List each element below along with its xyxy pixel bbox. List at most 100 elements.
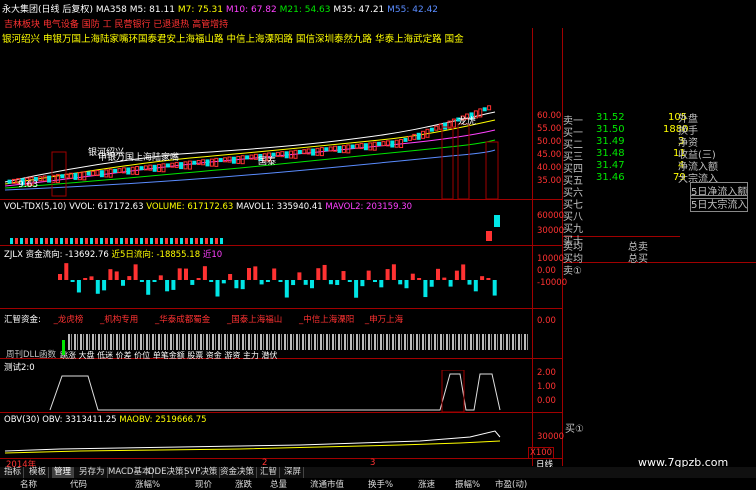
- flow-bar: [102, 280, 107, 291]
- flow-bar: [454, 270, 459, 280]
- hui-overlay: 周刊DLL函数: [6, 350, 57, 360]
- price-axis-tick: 35.00: [537, 176, 562, 186]
- fund-5d-dazong[interactable]: 5日大宗流入: [690, 195, 749, 212]
- buy-row[interactable]: 买九: [563, 220, 693, 235]
- candle: [77, 172, 82, 181]
- zjlx-chart[interactable]: [0, 258, 532, 308]
- tab-guanli[interactable]: 管理: [52, 467, 75, 478]
- flow-bar: [291, 280, 296, 286]
- candle: [7, 179, 12, 184]
- tab-dde[interactable]: DDE决策: [146, 467, 187, 478]
- hui-green-mark: [62, 340, 65, 355]
- annot-shenwan: 申银万国上海陆家嘴: [98, 153, 180, 163]
- candle: [209, 158, 214, 167]
- candle: [187, 160, 192, 170]
- candle: [161, 163, 166, 173]
- tab-svp[interactable]: SVP决策: [182, 467, 221, 478]
- tab-huizhi[interactable]: 汇智: [258, 467, 281, 478]
- flow-bar: [278, 280, 283, 282]
- tab-moban[interactable]: 模板: [27, 467, 50, 478]
- flow-bar: [354, 280, 359, 298]
- tab-zijin[interactable]: 资金决策: [218, 467, 258, 478]
- buy-row[interactable]: 买六: [563, 184, 693, 199]
- sell-1-row[interactable]: 卖①: [563, 262, 693, 277]
- buy-row[interactable]: 买八: [563, 208, 693, 223]
- flow-bar: [398, 280, 403, 285]
- flow-bar: [335, 280, 340, 285]
- candle: [443, 122, 448, 130]
- candle: [82, 171, 87, 181]
- buy-price: 31.48: [596, 148, 625, 159]
- buy-price: 31.47: [596, 160, 625, 171]
- flow-bar: [171, 280, 176, 290]
- test-chart[interactable]: [0, 370, 532, 412]
- flow-bar: [228, 274, 233, 280]
- flow-bar: [366, 270, 371, 280]
- price-chart[interactable]: [0, 42, 532, 199]
- col-price[interactable]: 现价: [195, 478, 212, 490]
- buy-row[interactable]: 买二 31.49 3: [563, 136, 693, 151]
- flow-bar: [76, 280, 81, 293]
- hui-noise-band: [68, 334, 528, 350]
- flow-bar: [152, 280, 157, 282]
- flow-bar: [196, 278, 201, 280]
- col-mcap[interactable]: 流通市值: [310, 478, 344, 490]
- flow-bar: [391, 264, 396, 280]
- obv-chart[interactable]: [0, 425, 532, 458]
- buy-row[interactable]: 买三 31.48 11: [563, 148, 693, 163]
- col-name[interactable]: 名称: [20, 478, 37, 490]
- candle: [240, 155, 245, 165]
- vol-header: VOL-TDX(5,10) VVOL: 617172.63 VOLUME: 61…: [4, 202, 412, 212]
- buy-row[interactable]: 买四 31.47 4: [563, 160, 693, 175]
- candle: [451, 118, 456, 128]
- col-turnover[interactable]: 换手%: [368, 478, 393, 490]
- highlight-box-1: [51, 151, 67, 197]
- vol-bottom-line: [0, 245, 562, 246]
- flow-bar: [284, 280, 289, 298]
- col-pe[interactable]: 市盈(动): [495, 478, 527, 490]
- candle: [434, 125, 439, 131]
- flow-bar: [385, 269, 390, 280]
- candle: [297, 149, 302, 154]
- flow-bar: [184, 268, 188, 280]
- col-delta[interactable]: 涨跌: [235, 478, 252, 490]
- col-change[interactable]: 涨幅%: [135, 478, 160, 490]
- tab-zhibiao[interactable]: 指标: [2, 467, 25, 478]
- flow-bar: [448, 280, 453, 287]
- vol-axis: 60000 30000: [537, 209, 564, 239]
- tab-lingcunwei[interactable]: 另存为: [77, 467, 108, 478]
- test-axis: 2.00 1.00 0.00: [537, 366, 556, 408]
- candle: [394, 139, 399, 148]
- col-speed[interactable]: 涨速: [418, 478, 435, 490]
- flow-bar: [89, 276, 94, 280]
- flow-bar: [247, 267, 251, 280]
- hui-label: _华泰成都蜀金: [155, 315, 211, 325]
- sell-row[interactable]: 卖一 31.52 105: [563, 112, 693, 127]
- col-volume[interactable]: 总量: [270, 478, 287, 490]
- m10-label: M10: 67.82: [225, 5, 277, 15]
- candle: [214, 157, 219, 167]
- price-bottom-line: [0, 199, 562, 200]
- flow-bar: [190, 280, 195, 285]
- candle: [403, 137, 408, 142]
- buy-1-label[interactable]: 买①: [565, 420, 584, 435]
- test-axis-tick: 0.00: [537, 396, 556, 406]
- buy-row[interactable]: 买一 31.50 1880: [563, 124, 693, 139]
- flow-bar: [272, 268, 277, 280]
- tab-shenping[interactable]: 深屏: [282, 467, 305, 478]
- flow-bar: [108, 269, 113, 280]
- obv-bottom-line: [0, 458, 562, 459]
- flow-bar: [429, 280, 434, 287]
- candle: [223, 157, 228, 163]
- flow-bar: [209, 280, 214, 282]
- buy-row[interactable]: 买五 31.46 79: [563, 172, 693, 187]
- col-code[interactable]: 代码: [70, 478, 87, 490]
- zjlx-bottom-line: [0, 308, 562, 309]
- flow-bar: [64, 263, 69, 280]
- stock-name[interactable]: 永大集团: [2, 5, 38, 15]
- buy-row[interactable]: 买七: [563, 196, 693, 211]
- candle: [412, 133, 417, 140]
- candle: [390, 140, 395, 148]
- col-amplitude[interactable]: 振幅%: [455, 478, 480, 490]
- candle: [86, 171, 91, 176]
